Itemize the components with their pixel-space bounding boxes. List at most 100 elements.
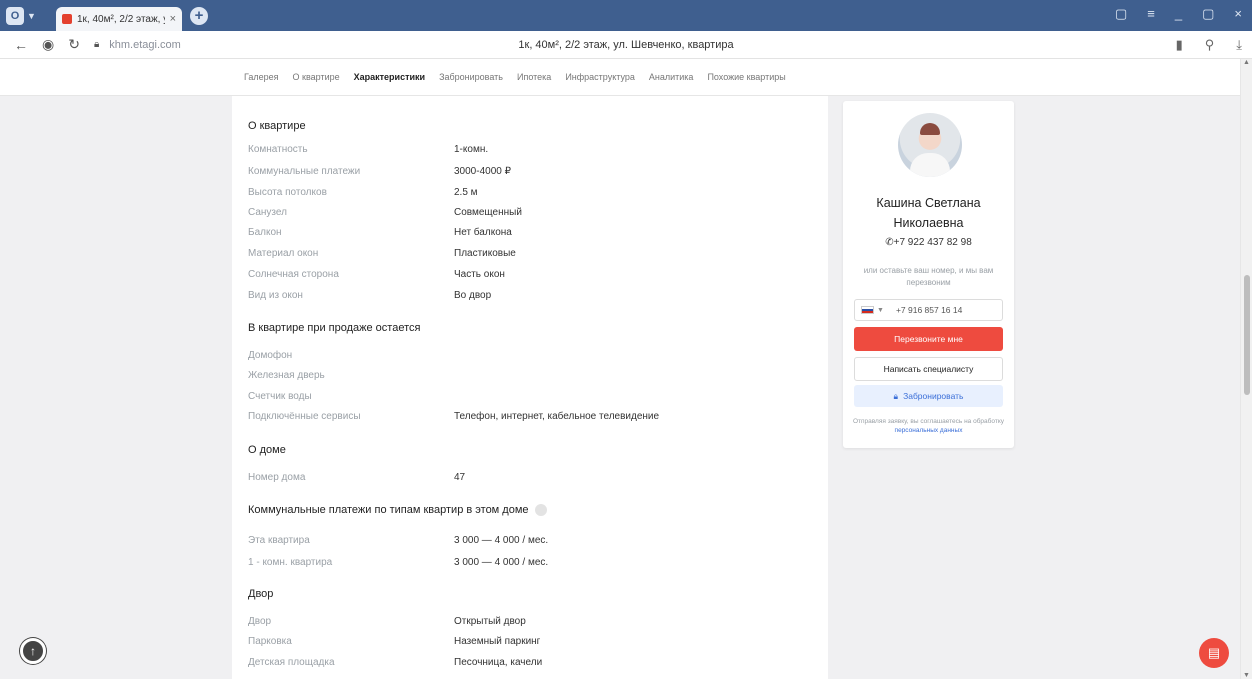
- maximize-icon[interactable]: ▢: [1202, 6, 1214, 22]
- scrollbar-thumb[interactable]: [1244, 275, 1250, 395]
- row-label: Высота потолков: [248, 187, 327, 198]
- section-title-remains: В квартире при продаже остается: [248, 322, 421, 334]
- row-label: Коммунальные платежи: [248, 166, 361, 177]
- consent-text: Отправляя заявку, вы соглашаетесь на обр…: [851, 417, 1006, 435]
- arrow-up-icon: ↑: [30, 644, 36, 658]
- row-label: Санузел: [248, 207, 287, 218]
- bookmark-icon[interactable]: ▮: [1176, 37, 1183, 53]
- page-scrollbar[interactable]: ▲ ▼: [1240, 59, 1252, 679]
- row-label: Счетчик воды: [248, 391, 312, 402]
- nav-similar[interactable]: Похожие квартиры: [707, 72, 785, 82]
- personal-data-link[interactable]: персональных данных: [895, 427, 963, 434]
- lock-icon: 🔒︎: [93, 39, 100, 50]
- page-title: 1к, 40м², 2/2 этаж, ул. Шевченко, кварти…: [518, 38, 734, 51]
- characteristics-panel: О квартире Комнатность 1-комн. Коммуналь…: [232, 96, 828, 679]
- agent-name-line2: Николаевна: [893, 216, 964, 230]
- avatar-coat: [910, 153, 950, 177]
- row-label: 1 - комн. квартира: [248, 557, 333, 568]
- section-title-house: О доме: [248, 444, 286, 456]
- tab-title: 1к, 40м², 2/2 этаж, ул.: [77, 13, 165, 25]
- row-label: Комнатность: [248, 144, 308, 155]
- callback-hint: или оставьте ваш номер, и мы вам перезво…: [863, 266, 994, 287]
- address-bar-actions: ▮ ⚲ ⤓: [1176, 37, 1242, 53]
- row-label: Балкон: [248, 227, 282, 238]
- minimize-icon[interactable]: _: [1175, 6, 1182, 22]
- chevron-down-icon[interactable]: ▼: [877, 307, 884, 314]
- nav-reserve[interactable]: Забронировать: [439, 72, 503, 82]
- nav-characteristics[interactable]: Характеристики: [354, 72, 425, 82]
- nav-mortgage[interactable]: Ипотека: [517, 72, 551, 82]
- row-value: 3000-4000 ₽: [454, 166, 511, 177]
- row-label: Вид из окон: [248, 290, 303, 301]
- lock-icon: 🔒︎: [893, 390, 899, 401]
- row-label: Железная дверь: [248, 370, 325, 381]
- row-value: Совмещенный: [454, 207, 522, 218]
- scroll-to-top-button[interactable]: ↑: [20, 638, 46, 664]
- consent-label: Отправляя заявку, вы соглашаетесь на обр…: [852, 418, 1005, 425]
- row-value: Нет балкона: [454, 227, 512, 238]
- agent-phone-number: +7 922 437 82 98: [893, 237, 972, 248]
- reserve-button-label: Забронировать: [903, 391, 964, 401]
- close-tab-icon[interactable]: ×: [170, 13, 176, 25]
- avatar-hair: [920, 123, 940, 135]
- row-label: Материал окон: [248, 248, 319, 259]
- site-favicon-icon: [62, 14, 72, 24]
- row-value: 3 000 — 4 000 / мес.: [454, 535, 549, 546]
- agent-name-line1: Кашина Светлана: [876, 196, 981, 210]
- chevron-down-icon: ▼: [27, 10, 36, 21]
- row-label: Домофон: [248, 350, 293, 361]
- scroll-up-icon[interactable]: ▲: [1243, 59, 1250, 66]
- browser-menu-button[interactable]: O ▼: [6, 5, 40, 27]
- row-label: Детская площадка: [248, 657, 335, 668]
- row-value: 3 000 — 4 000 / мес.: [454, 557, 549, 568]
- chat-button[interactable]: ▤: [1199, 638, 1229, 668]
- close-window-icon[interactable]: ×: [1234, 6, 1242, 22]
- row-value: 1-комн.: [454, 144, 489, 155]
- row-value: Пластиковые: [454, 248, 516, 259]
- download-icon[interactable]: ⤓: [1236, 37, 1242, 53]
- section-nav: Галерея О квартире Характеристики Заброн…: [0, 59, 1240, 96]
- section-title-utilities: Коммунальные платежи по типам квартир в …: [248, 504, 547, 517]
- row-value: 2.5 м: [454, 187, 478, 198]
- row-label: Эта квартира: [248, 535, 310, 546]
- url-host[interactable]: khm.etagi.com: [109, 39, 181, 51]
- browser-tab-bar: O ▼ 1к, 40м², 2/2 этаж, ул. × + ▢ ≡ _ ▢ …: [0, 0, 1252, 31]
- row-label: Подключённые сервисы: [248, 411, 361, 422]
- agent-phone[interactable]: ✆+7 922 437 82 98: [843, 237, 1014, 248]
- agent-card: Кашина Светлана Николаевна ✆+7 922 437 8…: [843, 101, 1014, 448]
- nav-gallery[interactable]: Галерея: [244, 72, 279, 82]
- row-label: Номер дома: [248, 472, 306, 483]
- address-bar: ← ◉ ↻ 🔒︎ khm.etagi.com 1к, 40м², 2/2 эта…: [0, 31, 1252, 59]
- phone-icon: ✆: [885, 237, 894, 248]
- russia-flag-icon[interactable]: [861, 306, 874, 314]
- new-tab-button[interactable]: +: [190, 6, 208, 25]
- row-value: 47: [454, 472, 466, 483]
- reserve-button[interactable]: 🔒︎ Забронировать: [854, 385, 1003, 407]
- window-controls: ▢ ≡ _ ▢ ×: [1115, 6, 1242, 22]
- phone-input-value[interactable]: +7 916 857 16 14: [896, 305, 962, 315]
- row-value: Во двор: [454, 290, 492, 301]
- chat-icon: ▤: [1207, 645, 1221, 660]
- nav-about-apartment[interactable]: О квартире: [293, 72, 340, 82]
- reload-icon[interactable]: ↻: [68, 36, 80, 53]
- browser-logo-icon: O: [6, 6, 24, 25]
- row-value: Телефон, интернет, кабельное телевидение: [454, 411, 660, 422]
- agent-name: Кашина Светлана Николаевна: [843, 193, 1014, 233]
- utilities-title-text: Коммунальные платежи по типам квартир в …: [248, 504, 529, 516]
- shield-icon[interactable]: ◉: [42, 36, 54, 53]
- scroll-down-icon[interactable]: ▼: [1243, 672, 1250, 679]
- section-title-apartment: О квартире: [248, 120, 306, 132]
- write-specialist-button[interactable]: Написать специалисту: [854, 357, 1003, 381]
- menu-icon[interactable]: ≡: [1147, 6, 1155, 22]
- callback-button[interactable]: Перезвоните мне: [854, 327, 1003, 351]
- back-arrow-icon[interactable]: ←: [14, 37, 28, 53]
- browser-tab[interactable]: 1к, 40м², 2/2 этаж, ул. ×: [56, 7, 182, 31]
- row-label: Парковка: [248, 636, 292, 647]
- phone-input[interactable]: ▼ +7 916 857 16 14: [854, 299, 1003, 321]
- nav-analytics[interactable]: Аналитика: [649, 72, 694, 82]
- extensions-icon[interactable]: ⚲: [1205, 37, 1215, 53]
- row-value: Открытый двор: [454, 616, 526, 627]
- tabs-icon[interactable]: ▢: [1115, 6, 1127, 22]
- help-icon[interactable]: [534, 504, 547, 517]
- nav-infrastructure[interactable]: Инфраструктура: [565, 72, 635, 82]
